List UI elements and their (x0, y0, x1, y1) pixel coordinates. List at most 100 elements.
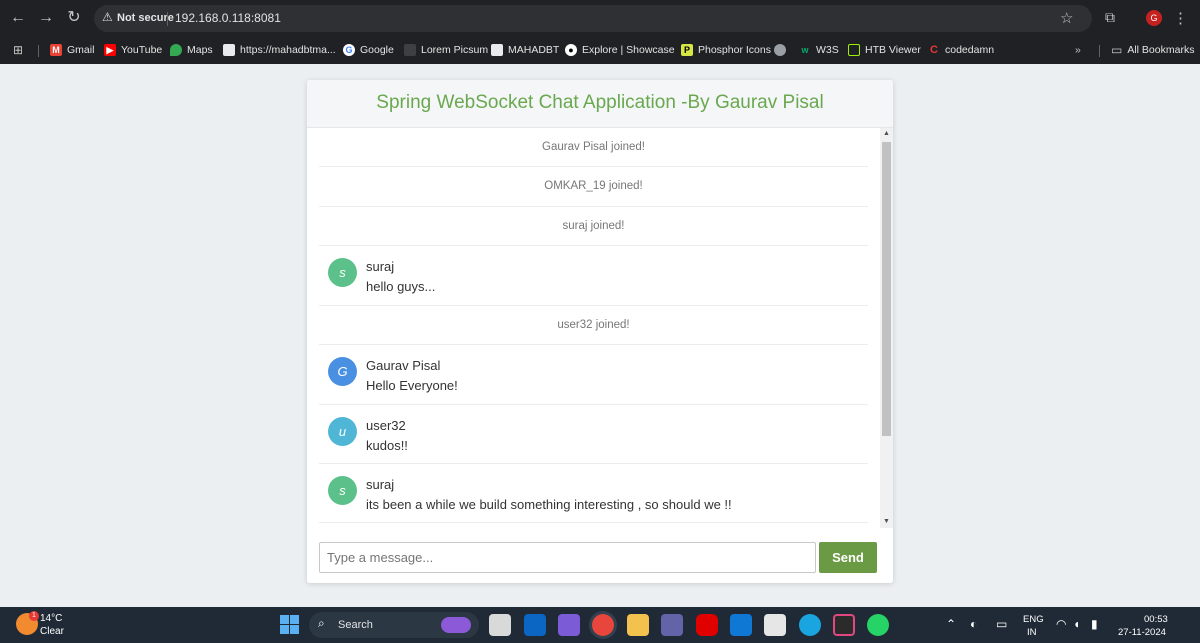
avatar: s (328, 476, 357, 505)
battery-icon[interactable]: ▮ (1091, 617, 1098, 631)
message-list[interactable]: Gaurav Pisal joined! OMKAR_19 joined! su… (307, 128, 893, 528)
youtube-app-icon[interactable] (696, 614, 718, 636)
bookmark-codedamn[interactable]: Ccodedamn (928, 42, 994, 58)
message-scrollbar[interactable]: ▲ ▼ (880, 128, 893, 528)
extensions-icon[interactable]: ⧉ (1105, 9, 1115, 26)
search-highlight-icon (441, 617, 471, 633)
bookmark-divider (1099, 45, 1100, 57)
bookmark-star-icon[interactable]: ☆ (1060, 9, 1073, 27)
browser-chrome: ← → ↻ ⚠ Not secure 192.168.0.118:8081 ☆ … (0, 0, 1200, 64)
volume-icon[interactable]: ◖ (1073, 617, 1080, 631)
more-bookmarks-chevron-icon[interactable]: » (1075, 42, 1081, 58)
bookmark-label: Lorem Picsum (421, 44, 489, 56)
address-bar[interactable]: ⚠ Not secure 192.168.0.118:8081 ☆ (94, 5, 1092, 32)
avatar: s (328, 258, 357, 287)
bookmark-label: Phosphor Icons (698, 44, 771, 56)
chat-title: Spring WebSocket Chat Application -By Ga… (376, 92, 824, 113)
message-text: hello guys... (366, 279, 436, 294)
back-arrow-icon[interactable]: ← (8, 8, 28, 28)
tray-app-icon[interactable]: ▭ (996, 617, 1007, 631)
address-separator (167, 12, 168, 26)
w3s-icon: w (801, 45, 809, 55)
language-indicator[interactable]: ENG (1023, 614, 1044, 625)
tray-app-icon[interactable]: ◐ (970, 617, 977, 631)
store-icon[interactable] (764, 614, 786, 636)
chat-message: u user32 kudos!! (319, 405, 868, 464)
bookmark-label: Maps (187, 44, 213, 56)
bookmark-explore-showcase[interactable]: ● Explore | Showcase (565, 42, 675, 58)
bookmark-label: All Bookmarks (1127, 44, 1195, 56)
copilot-icon[interactable] (558, 614, 580, 636)
scrollbar-thumb[interactable] (882, 142, 891, 436)
avatar: u (328, 417, 357, 446)
message-text: kudos!! (366, 438, 408, 453)
message-text: Hello Everyone! (366, 378, 458, 393)
bookmark-mahadbt-url[interactable]: https://mahadbtma... (223, 42, 336, 58)
bookmark-google[interactable]: G Google (343, 42, 394, 58)
wifi-icon[interactable]: ◠ (1056, 617, 1066, 631)
scroll-up-arrow-icon[interactable]: ▲ (883, 130, 890, 137)
intellij-icon[interactable] (833, 614, 855, 636)
show-hidden-icons-chevron-icon[interactable]: ⌃ (946, 617, 956, 631)
youtube-icon: ▶ (104, 44, 116, 56)
bookmark-w3s[interactable]: w W3S (799, 42, 838, 58)
profile-avatar[interactable]: G (1146, 10, 1162, 26)
edge-icon[interactable] (799, 614, 821, 636)
bookmark-label: https://mahadbtma... (240, 44, 336, 56)
bookmark-mahadbt[interactable]: MAHADBT (491, 42, 559, 58)
event-text: Gaurav Pisal joined! (542, 141, 645, 153)
taskbar-search[interactable]: ⌕ Search (309, 612, 479, 638)
event-text: OMKAR_19 joined! (544, 180, 643, 192)
bookmark-divider (38, 45, 39, 57)
event-message: suraj joined! (319, 207, 868, 246)
page-icon (223, 44, 235, 56)
taskbar: 1 14°C Clear ⌕ Search ⌃ ◐ ▭ ENG IN ◠ ◖ ▮… (0, 607, 1200, 643)
send-button[interactable]: Send (819, 542, 877, 573)
maps-pin-icon (170, 44, 182, 56)
all-bookmarks[interactable]: ▭ All Bookmarks (1111, 42, 1194, 58)
teams-icon[interactable] (661, 614, 683, 636)
bookmark-globe[interactable] (774, 42, 786, 58)
event-message: Gaurav Pisal joined! (319, 128, 868, 167)
file-explorer-icon[interactable] (627, 614, 649, 636)
forward-arrow-icon[interactable]: → (36, 8, 56, 28)
address-url[interactable]: 192.168.0.118:8081 (175, 11, 281, 25)
security-label[interactable]: Not secure (117, 12, 174, 24)
warning-icon[interactable]: ⚠ (102, 10, 113, 24)
reload-icon[interactable]: ↻ (64, 8, 84, 28)
apps-grid-icon[interactable]: ⊞ (13, 42, 23, 58)
clock-time[interactable]: 00:53 (1144, 614, 1168, 625)
region-indicator[interactable]: IN (1027, 627, 1037, 638)
chat-card: Spring WebSocket Chat Application -By Ga… (307, 80, 893, 583)
linkedin-icon[interactable] (524, 614, 546, 636)
windows-start-icon[interactable] (280, 615, 299, 634)
google-icon: G (343, 44, 355, 56)
temperature[interactable]: 14°C (40, 613, 62, 624)
chrome-icon[interactable] (592, 614, 614, 636)
menu-kebab-icon[interactable]: ⋮ (1173, 9, 1188, 27)
search-label: Search (338, 619, 373, 631)
bookmark-label: Gmail (67, 44, 95, 56)
bookmark-htb-viewer[interactable]: HTB Viewer (848, 42, 921, 58)
whatsapp-icon[interactable] (867, 614, 889, 636)
task-view-icon[interactable] (489, 614, 511, 636)
bookmark-maps[interactable]: Maps (170, 42, 213, 58)
cube-icon (848, 44, 860, 56)
chat-header: Spring WebSocket Chat Application -By Ga… (307, 80, 893, 128)
bookmark-label: YouTube (121, 44, 163, 56)
clock-date[interactable]: 27-11-2024 (1118, 627, 1166, 638)
sender-name: suraj (366, 259, 395, 274)
bookmark-youtube[interactable]: ▶ YouTube (104, 42, 162, 58)
message-input[interactable] (319, 542, 816, 573)
bookmark-phosphor-icons[interactable]: P Phosphor Icons (681, 42, 771, 58)
bookmark-lorem-picsum[interactable]: Lorem Picsum (404, 42, 488, 58)
phosphor-icon: P (681, 44, 693, 56)
outlook-icon[interactable] (730, 614, 752, 636)
gmail-icon: M (50, 44, 62, 56)
bookmark-gmail[interactable]: M Gmail (50, 42, 94, 58)
bookmark-label: MAHADBT (508, 44, 560, 56)
scroll-down-arrow-icon[interactable]: ▼ (883, 518, 890, 525)
sender-name: suraj (366, 477, 395, 492)
weather-condition[interactable]: Clear (40, 626, 64, 637)
codedamn-icon: C (930, 44, 938, 56)
